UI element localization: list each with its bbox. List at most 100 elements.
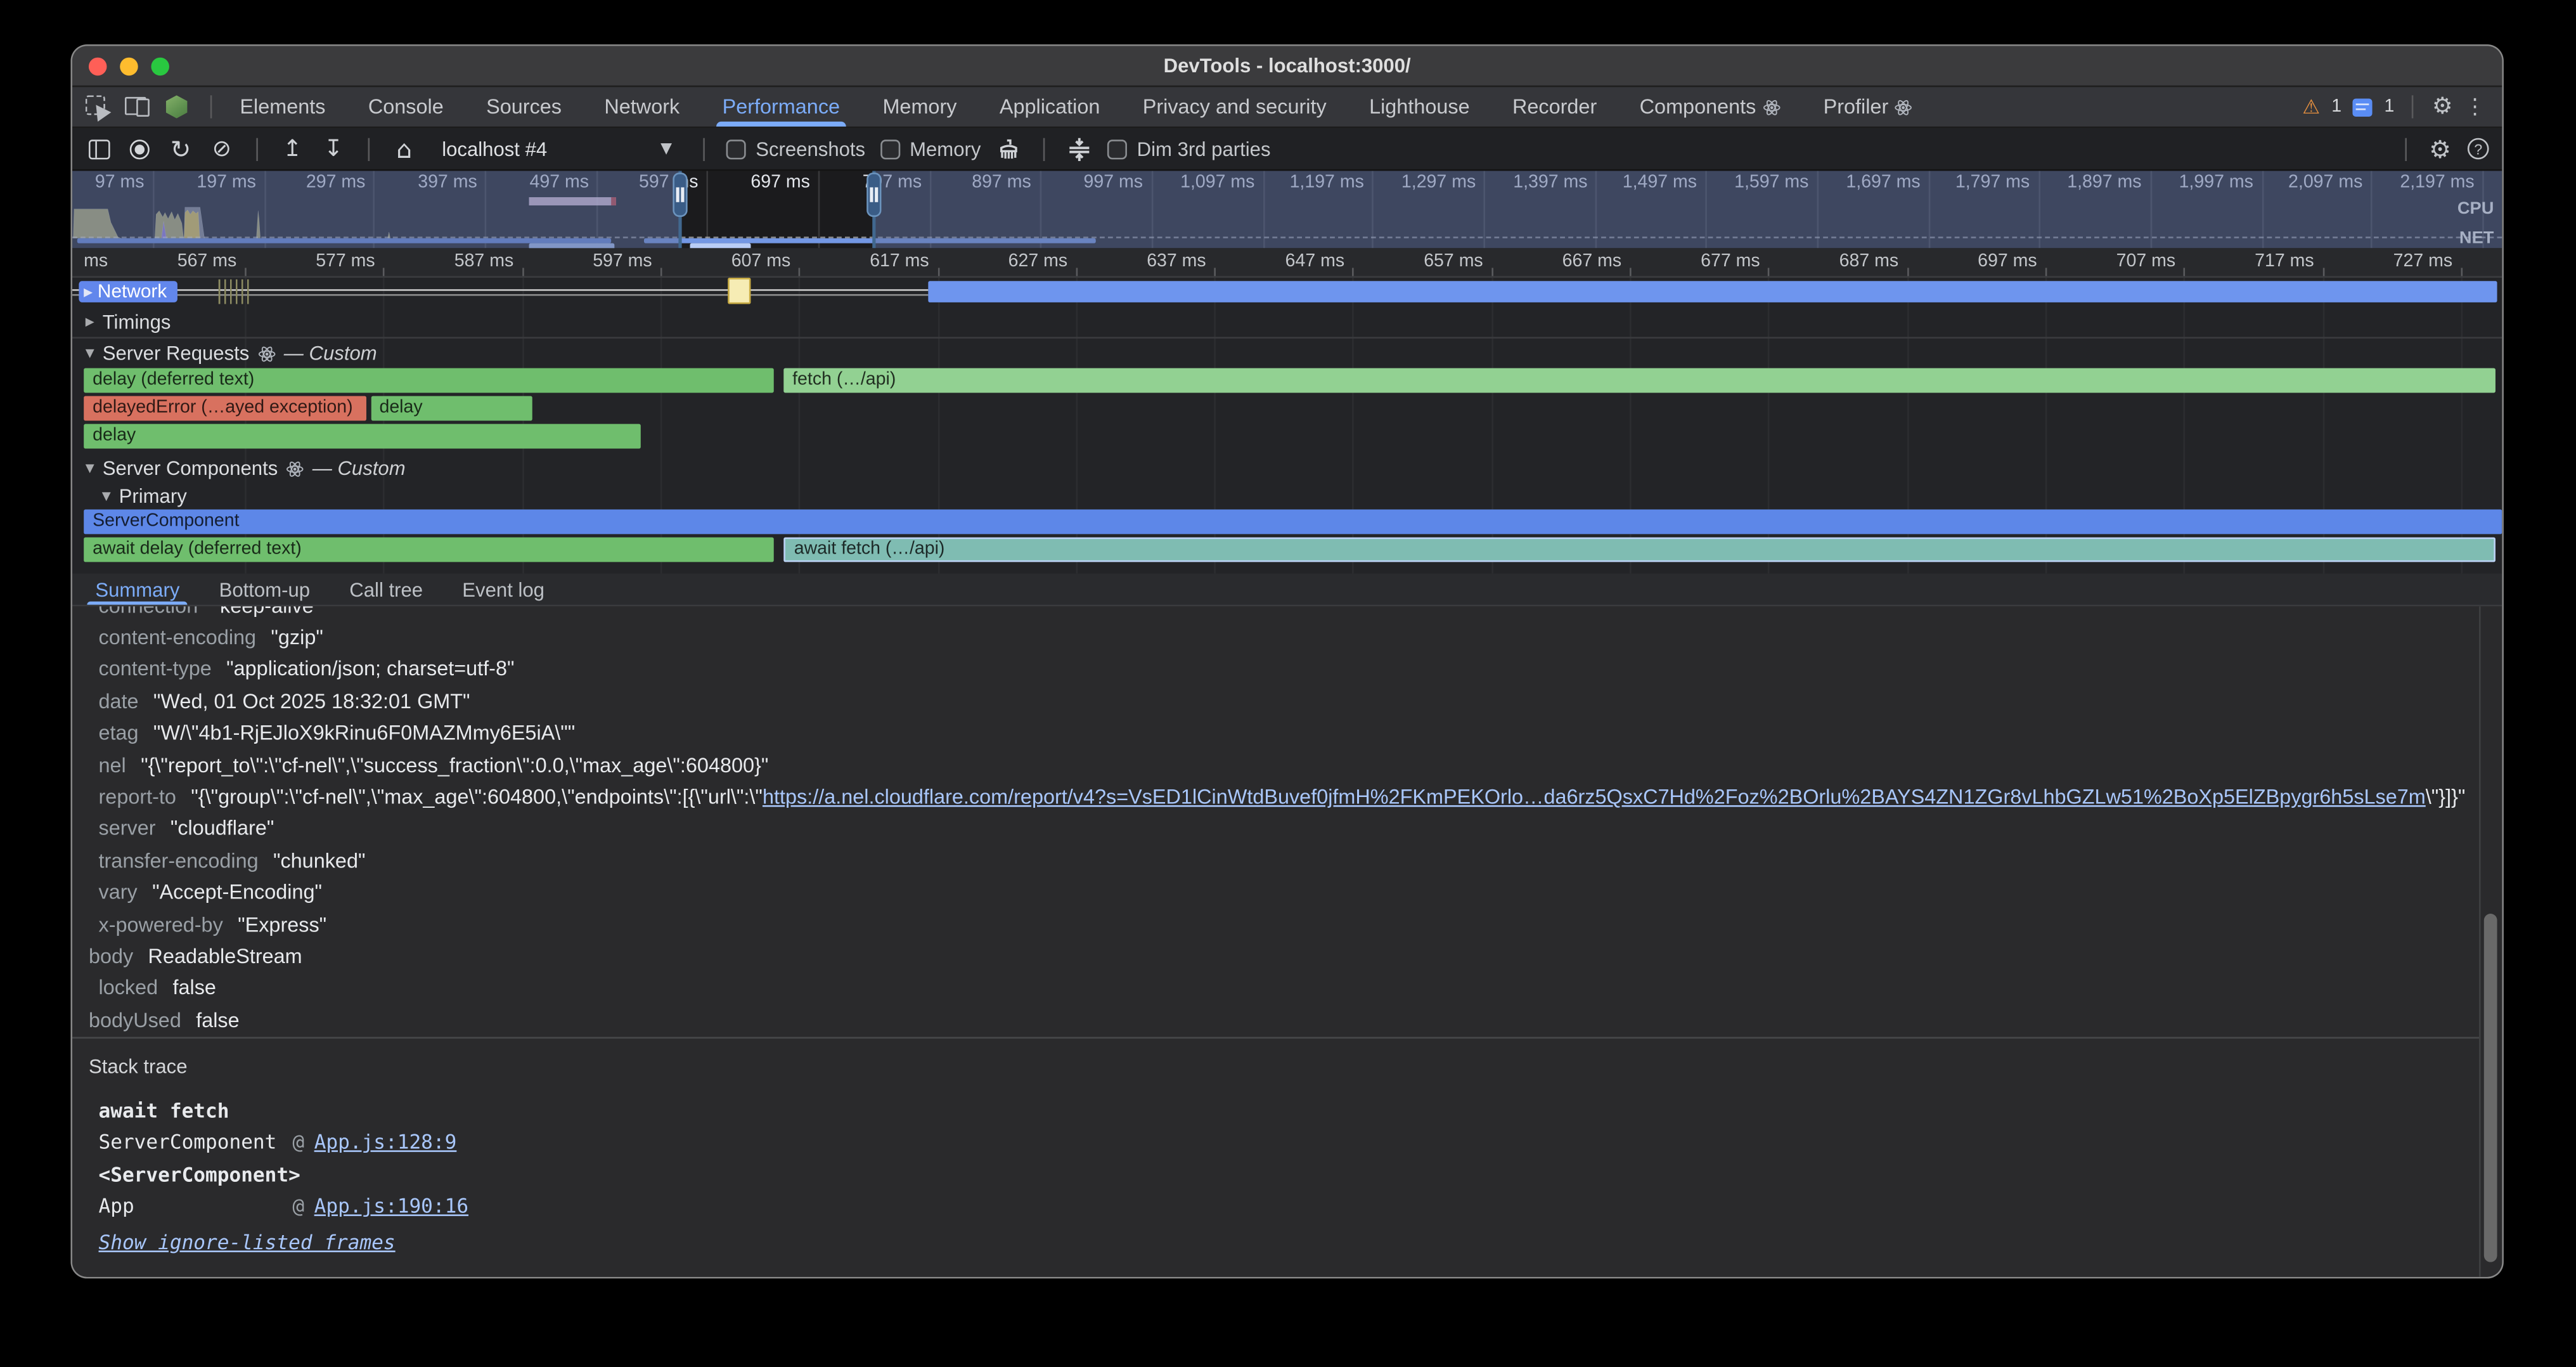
bottom-tab-summary[interactable]: Summary (75, 574, 199, 605)
event-bar[interactable]: await fetch (…/api) (784, 538, 2495, 562)
toggle-sidebar-icon[interactable] (86, 136, 112, 162)
network-track[interactable]: ▶ Network (72, 278, 2502, 306)
property-key: date (99, 690, 139, 713)
property-key: transfer-encoding (99, 849, 259, 872)
tab-console[interactable]: Console (347, 87, 465, 126)
history-dropdown[interactable]: localhost #4 ▼ (432, 133, 682, 164)
bottom-tab-event-log[interactable]: Event log (442, 574, 564, 605)
timeline-ruler: ms 567 ms577 ms587 ms597 ms607 ms617 ms6… (72, 248, 2502, 278)
ruler-tick-mark (1076, 268, 1078, 276)
memory-toggle[interactable]: Memory (880, 137, 981, 160)
tab-performance[interactable]: Performance (701, 87, 861, 126)
ruler-tick-label: 607 ms (731, 252, 799, 271)
issues-icon[interactable] (2353, 98, 2373, 116)
react-atom-icon (257, 344, 276, 363)
screenshots-checkbox[interactable] (726, 139, 746, 159)
event-bar[interactable]: ServerComponent (84, 509, 2502, 534)
ruler-tick-label: 637 ms (1147, 252, 1214, 271)
capture-settings-gear-icon[interactable]: ⚙ (2429, 134, 2451, 164)
bottom-tab-bottom-up[interactable]: Bottom-up (199, 574, 330, 605)
zoom-window-button[interactable] (151, 58, 169, 76)
property-value: "Wed, 01 Oct 2025 18:32:01 GMT" (153, 690, 470, 713)
property-value: "chunked" (273, 849, 366, 872)
load-profile-icon[interactable]: ↥ (280, 136, 306, 162)
scrollbar-thumb[interactable] (2484, 914, 2497, 1262)
event-bar[interactable]: delay (371, 396, 532, 421)
server-components-header[interactable]: ▼ Server Components — Custom (72, 453, 2502, 481)
ruler-tick-label: 627 ms (1008, 252, 1076, 271)
tab-label: Console (368, 95, 444, 118)
selection-handle-left[interactable] (673, 172, 687, 217)
tab-elements[interactable]: Elements (219, 87, 347, 126)
save-profile-icon[interactable]: ↧ (320, 136, 346, 162)
minimize-window-button[interactable] (120, 58, 138, 76)
divider (1043, 137, 1045, 160)
property-row: report-to"{\"group\":\"cf-nel\",\"max_ag… (72, 781, 2479, 813)
show-ignore-listed-frames-link[interactable]: Show ignore-listed frames (99, 1231, 396, 1254)
collapse-arrow-icon[interactable]: ▼ (86, 462, 94, 475)
event-row: delayedError (…ayed exception)delay (72, 396, 2502, 422)
collect-garbage-icon[interactable] (996, 136, 1022, 162)
tab-sources[interactable]: Sources (465, 87, 583, 126)
node-extension-icon[interactable] (166, 95, 188, 118)
ruler-tick-label: 727 ms (2393, 252, 2461, 271)
expand-arrow-icon[interactable]: ▶ (86, 316, 94, 329)
tab-label: Application (1000, 95, 1100, 118)
server-requests-header[interactable]: ▼ Server Requests — Custom (72, 339, 2502, 366)
tab-privacy-and-security[interactable]: Privacy and security (1121, 87, 1348, 126)
dim-3rd-parties-toggle[interactable]: Dim 3rd parties (1107, 137, 1271, 160)
property-key: nel (99, 754, 126, 777)
collapse-arrow-icon[interactable]: ▼ (102, 489, 111, 503)
record-and-reload-icon[interactable]: ↻ (167, 136, 193, 162)
frame-source-link[interactable]: App.js:190:16 (314, 1195, 468, 1218)
inspect-element-icon[interactable] (86, 95, 108, 118)
frame-source-link[interactable]: App.js:128:9 (314, 1131, 457, 1154)
tab-application[interactable]: Application (978, 87, 1121, 126)
clear-icon[interactable]: ⊘ (209, 136, 235, 162)
close-window-button[interactable] (89, 58, 107, 76)
network-track-label[interactable]: ▶ Network (79, 281, 176, 302)
collapse-flame-icon[interactable] (1066, 136, 1092, 162)
tab-components[interactable]: Components (1618, 87, 1802, 126)
warning-icon[interactable]: ⚠ (2302, 95, 2320, 118)
tab-recorder[interactable]: Recorder (1491, 87, 1618, 126)
primary-subtrack-title: Primary (119, 485, 187, 508)
selection-handle-right[interactable] (866, 172, 881, 217)
record-button[interactable] (127, 136, 153, 162)
network-request-bar[interactable] (927, 281, 2497, 302)
ruler-tick-label: 577 ms (316, 252, 383, 271)
property-key: connection (99, 606, 198, 617)
device-toolbar-icon[interactable] (125, 97, 150, 117)
tab-network[interactable]: Network (583, 87, 701, 126)
bottom-tab-call-tree[interactable]: Call tree (330, 574, 442, 605)
screenshots-toggle[interactable]: Screenshots (726, 137, 866, 160)
event-bar[interactable]: await delay (deferred text) (84, 538, 775, 562)
primary-subtrack-header[interactable]: ▼ Primary (72, 483, 2502, 509)
memory-checkbox[interactable] (880, 139, 899, 159)
collapse-arrow-icon[interactable]: ▼ (86, 347, 94, 360)
help-icon[interactable]: ? (2468, 138, 2489, 160)
report-to-url-link[interactable]: https://a.nel.cloudflare.com/report/v4?s… (763, 786, 2426, 808)
dim-3rd-parties-checkbox[interactable] (1107, 139, 1127, 159)
property-key: content-encoding (99, 626, 257, 649)
tab-memory[interactable]: Memory (861, 87, 978, 126)
ruler-tick-mark (660, 268, 662, 276)
titlebar: DevTools - localhost:3000/ (72, 46, 2502, 87)
property-value: "cloudflare" (171, 817, 274, 840)
more-options-icon[interactable]: ⋮ (2464, 94, 2486, 119)
ruler-tick-mark (2322, 268, 2324, 276)
ruler-tick-mark (1491, 268, 1493, 276)
event-bar[interactable]: delay (84, 424, 641, 449)
event-bar[interactable]: fetch (…/api) (784, 368, 2495, 393)
settings-gear-icon[interactable]: ⚙ (2432, 94, 2453, 120)
event-bar[interactable]: delayedError (…ayed exception) (84, 396, 366, 421)
timeline-overview[interactable]: 97 ms197 ms297 ms397 ms497 ms597 ms697 m… (72, 171, 2502, 249)
tab-lighthouse[interactable]: Lighthouse (1348, 87, 1491, 126)
divider (2404, 137, 2406, 160)
home-live-metrics-icon[interactable]: ⌂ (391, 136, 417, 162)
expand-arrow-icon[interactable]: ▶ (84, 285, 93, 299)
event-bar[interactable]: delay (deferred text) (84, 368, 775, 393)
tab-profiler[interactable]: Profiler (1802, 87, 1935, 126)
timings-track[interactable]: ▶ Timings (72, 308, 2502, 335)
network-event-yellow[interactable] (728, 278, 750, 304)
